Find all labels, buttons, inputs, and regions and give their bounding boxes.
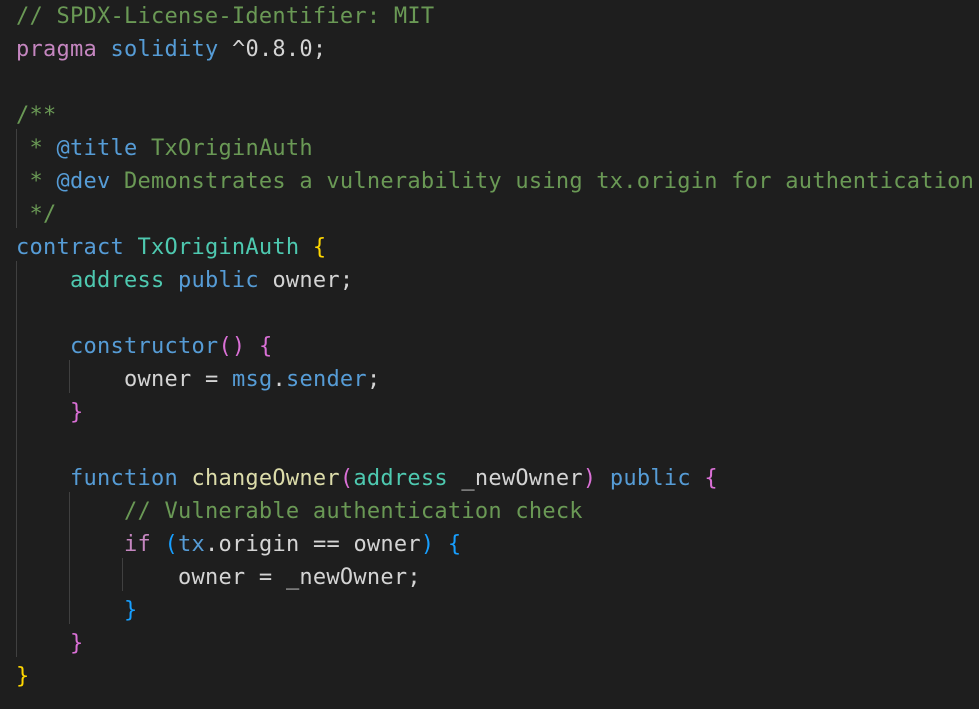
public-keyword: public — [177, 268, 259, 293]
open-brace: { — [704, 466, 718, 491]
open-brace: { — [258, 334, 273, 359]
code-line-1: // SPDX-License-Identifier: MIT — [16, 4, 435, 29]
constructor-parens: () — [218, 334, 246, 359]
address-type: address — [69, 268, 165, 293]
equals-operator: == — [299, 532, 354, 557]
close-brace: } — [123, 598, 138, 623]
address-type: address — [353, 466, 448, 491]
contract-name: TxOriginAuth — [137, 235, 300, 260]
open-paren: ( — [339, 466, 354, 491]
solidity-keyword: solidity — [110, 37, 219, 62]
open-brace: { — [312, 235, 327, 260]
doc-prefix: * — [16, 136, 57, 161]
code-line-18: owner = _newOwner; — [16, 561, 421, 594]
origin-member: origin — [218, 532, 300, 557]
code-line-16: // Vulnerable authentication check — [16, 495, 583, 528]
tx-global: tx — [177, 532, 205, 557]
code-line-17: if (tx.origin == owner) { — [16, 528, 461, 561]
code-line-4: /** — [16, 103, 57, 128]
code-line-19: } — [16, 594, 137, 627]
assign-operator: = — [191, 367, 232, 392]
open-brace: { — [447, 532, 462, 557]
code-line-2: pragma solidity ^0.8.0; — [16, 33, 326, 66]
code-line-21: } — [16, 660, 30, 693]
semicolon: ; — [366, 367, 381, 392]
owner-variable: owner — [272, 268, 340, 293]
doc-prefix: * — [16, 169, 57, 194]
close-brace: } — [69, 631, 84, 656]
contract-keyword: contract — [16, 235, 124, 260]
close-brace: } — [16, 664, 30, 689]
code-line-6: * @dev Demonstrates a vulnerability usin… — [16, 165, 974, 198]
inline-comment: // Vulnerable authentication check — [123, 499, 583, 524]
code-line-8: contract TxOriginAuth { — [16, 231, 326, 264]
code-line-7: */ — [16, 202, 57, 227]
code-line-15: function changeOwner(address _newOwner) … — [16, 462, 718, 495]
code-line-9: address public owner; — [16, 264, 353, 297]
close-paren: ) — [582, 466, 597, 491]
doc-text-dev: Demonstrates a vulnerability using tx.or… — [110, 169, 975, 194]
close-brace: } — [69, 400, 84, 425]
pragma-keyword: pragma — [16, 37, 97, 62]
semicolon: ; — [339, 268, 354, 293]
code-line-12: owner = msg.sender; — [16, 363, 380, 396]
owner-variable: owner — [123, 367, 192, 392]
owner-variable: owner — [353, 532, 421, 557]
sender-member: sender — [285, 367, 367, 392]
constructor-keyword: constructor — [69, 334, 219, 359]
param-name: _newOwner — [461, 466, 583, 491]
public-keyword: public — [609, 466, 691, 491]
code-line-5: * @title TxOriginAuth — [16, 132, 313, 165]
code-line-13: } — [16, 396, 83, 429]
semicolon: ; — [407, 565, 421, 590]
msg-global: msg — [231, 367, 273, 392]
doc-text-title: TxOriginAuth — [137, 136, 313, 161]
version-pragma: ^0.8.0; — [218, 37, 327, 62]
function-keyword: function — [69, 466, 178, 491]
param-name: _newOwner — [285, 565, 408, 590]
code-line-11: constructor() { — [16, 330, 272, 363]
close-paren: ) — [420, 532, 435, 557]
owner-variable: owner — [177, 565, 246, 590]
if-keyword: if — [123, 532, 151, 557]
doc-tag-title: @title — [56, 136, 138, 161]
doc-tag-dev: @dev — [56, 169, 111, 194]
dot: . — [272, 367, 286, 392]
open-paren: ( — [164, 532, 178, 557]
dot: . — [204, 532, 219, 557]
code-editor[interactable]: // SPDX-License-Identifier: MIT pragma s… — [0, 0, 979, 709]
assign-operator: = — [245, 565, 286, 590]
function-name: changeOwner — [191, 466, 340, 491]
code-line-20: } — [16, 627, 83, 660]
